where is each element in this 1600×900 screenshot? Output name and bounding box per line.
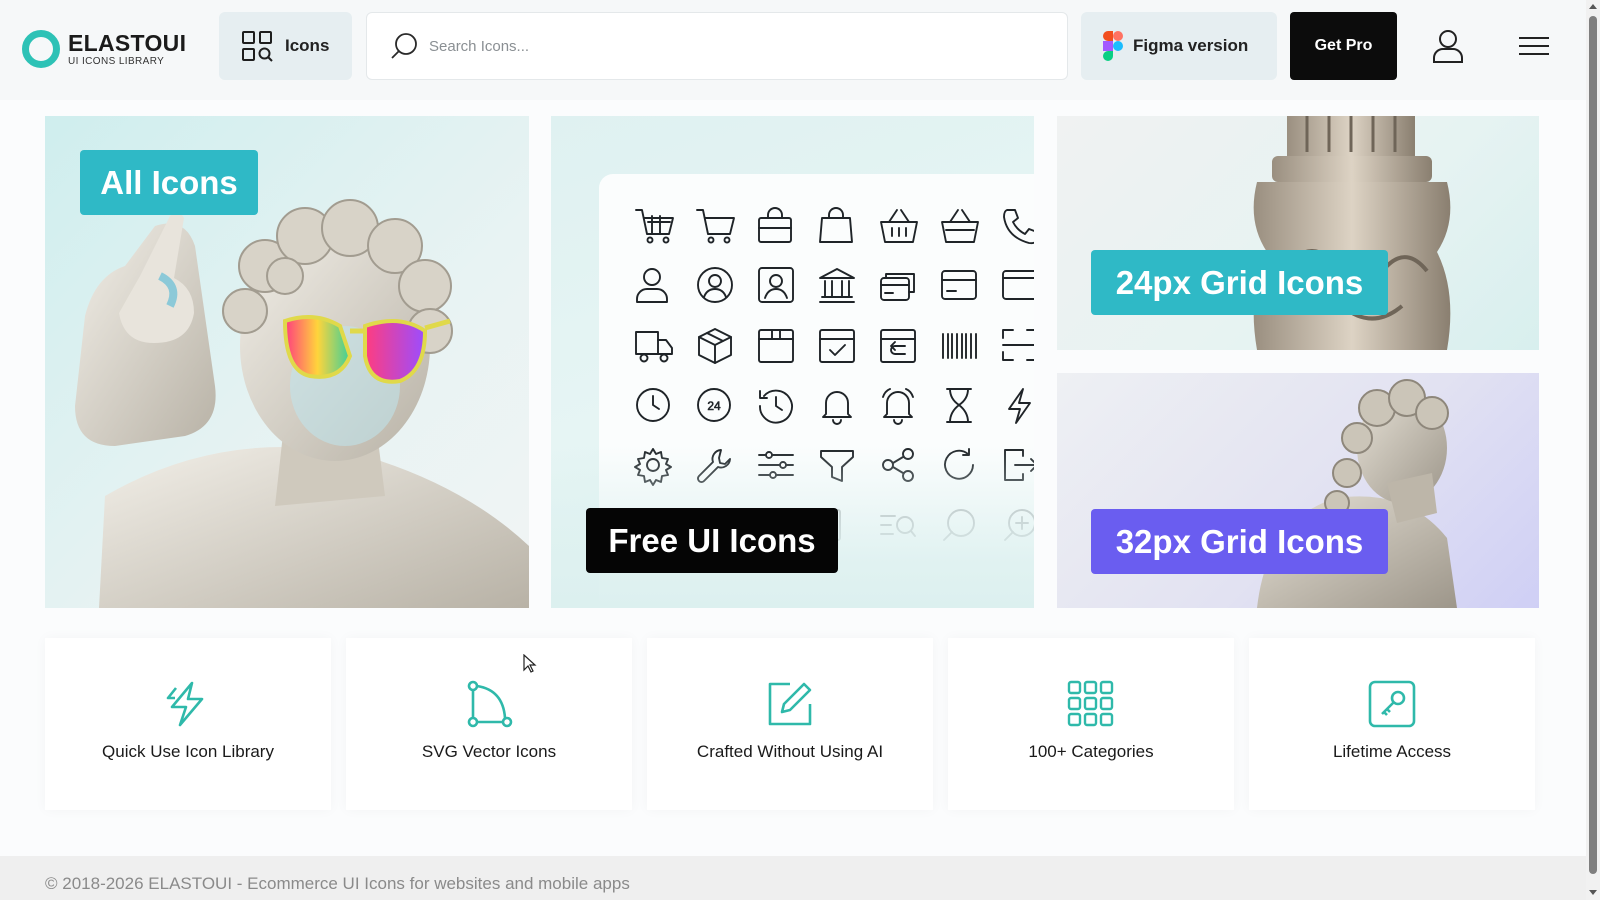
figma-logo-icon [1103, 31, 1123, 61]
free-ui-icons-tag: Free UI Icons [586, 508, 838, 573]
hamburger-icon [1519, 37, 1549, 55]
free-ui-icons-banner[interactable]: 24 Free UI Icons [551, 116, 1034, 608]
scroll-up-arrow-icon[interactable] [1589, 4, 1597, 9]
footer: © 2018-2026 ELASTOUI - Ecommerce UI Icon… [0, 856, 1586, 900]
truck-icon [635, 331, 673, 363]
feature-crafted-without-ai: Crafted Without Using AI [647, 638, 933, 810]
top-header: ELASTOUI UI ICONS LIBRARY Icons Fi [0, 0, 1586, 100]
feature-svg-vector: SVG Vector Icons [346, 638, 632, 810]
user-square-icon [758, 267, 794, 303]
cards-icon [880, 273, 915, 301]
box-3d-icon [698, 328, 732, 364]
user-icon [1433, 30, 1463, 63]
lightning-icon [166, 681, 204, 727]
all-icons-tag: All Icons [80, 150, 258, 215]
logo-text: ELASTOUI UI ICONS LIBRARY [68, 31, 186, 68]
cart-icon [635, 209, 674, 244]
feature-label: Lifetime Access [1332, 742, 1452, 761]
mouse-cursor-icon [523, 654, 537, 673]
pencil-edit-icon [768, 682, 812, 726]
vector-curve-icon [467, 680, 513, 728]
key-icon [1368, 680, 1416, 728]
24h-icon: 24 [697, 388, 731, 422]
scan-icon [1002, 329, 1034, 361]
figma-version-label: Figma version [1133, 36, 1249, 55]
get-pro-button[interactable]: Get Pro [1290, 12, 1397, 80]
page-scrollbar[interactable] [1586, 0, 1600, 900]
cart-outline-icon [696, 209, 735, 244]
bank-icon [819, 268, 855, 303]
scroll-down-arrow-icon[interactable] [1589, 890, 1597, 895]
wallet-icon [1002, 270, 1034, 300]
24px-grid-icons-tag: 24px Grid Icons [1091, 250, 1388, 315]
figma-version-button[interactable]: Figma version [1081, 12, 1277, 80]
flash-icon [1008, 388, 1031, 424]
card-icon [941, 270, 977, 300]
feature-categories: 100+ Categories [948, 638, 1234, 810]
hourglass-icon [946, 388, 972, 423]
user-circle-icon [697, 267, 733, 303]
feature-label: Quick Use Icon Library [102, 742, 274, 761]
search-input[interactable] [429, 37, 1029, 55]
icons-menu-button[interactable]: Icons [219, 12, 352, 80]
feature-quick-use: Quick Use Icon Library [45, 638, 331, 810]
feature-label: SVG Vector Icons [421, 742, 557, 761]
shopping-bag-icon [819, 207, 853, 243]
barcode-icon [942, 333, 977, 359]
package-icon [758, 329, 794, 363]
brand-name: ELASTOUI [68, 29, 187, 56]
grid-dots-icon [1067, 680, 1114, 727]
svg-text:24: 24 [707, 399, 721, 413]
copyright-text: © 2018-2026 ELASTOUI - Ecommerce UI Icon… [45, 874, 630, 893]
24px-grid-icons-banner[interactable]: 24px Grid Icons [1057, 116, 1539, 350]
package-return-icon [880, 329, 916, 363]
icons-menu-label: Icons [285, 36, 330, 55]
package-check-icon [819, 329, 855, 363]
hamburger-menu-button[interactable] [1512, 28, 1556, 64]
32px-grid-icons-tag: 32px Grid Icons [1091, 509, 1388, 574]
feature-label: Crafted Without Using AI [696, 742, 884, 761]
32px-grid-icons-banner[interactable]: 32px Grid Icons [1057, 373, 1539, 608]
search-bar[interactable] [366, 12, 1068, 80]
search-icon [391, 33, 417, 59]
user-icon [636, 268, 668, 303]
scrollbar-thumb[interactable] [1589, 16, 1597, 874]
bell-icon [822, 391, 852, 425]
bag-icon [758, 207, 792, 243]
grid-search-icon [242, 31, 273, 62]
basket-alt-icon [941, 209, 979, 243]
logo-ring-icon [22, 30, 60, 68]
user-account-button[interactable] [1426, 24, 1470, 68]
bell-ring-icon [882, 388, 914, 425]
brand-logo[interactable]: ELASTOUI UI ICONS LIBRARY [22, 26, 192, 72]
history-icon [759, 389, 793, 424]
phone-icon [1003, 209, 1034, 245]
brand-tagline: UI ICONS LIBRARY [68, 55, 165, 67]
feature-label: 100+ Categories [1028, 742, 1154, 761]
feature-lifetime-access: Lifetime Access [1249, 638, 1535, 810]
basket-icon [880, 209, 918, 243]
all-icons-banner[interactable]: All Icons [45, 116, 529, 608]
clock-icon [636, 388, 670, 422]
